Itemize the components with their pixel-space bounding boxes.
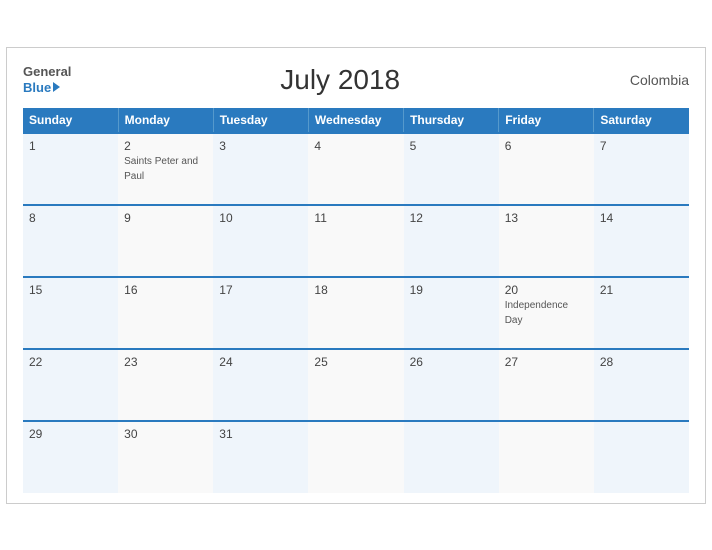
- day-number: 3: [219, 139, 302, 153]
- day-number: 28: [600, 355, 683, 369]
- day-number: 4: [314, 139, 397, 153]
- day-cell: 24: [213, 349, 308, 421]
- day-cell: 6: [499, 133, 594, 205]
- day-number: 10: [219, 211, 302, 225]
- day-number: 20: [505, 283, 588, 297]
- day-number: 31: [219, 427, 302, 441]
- day-cell: 26: [404, 349, 499, 421]
- day-cell: 21: [594, 277, 689, 349]
- logo-general-text: General: [23, 64, 71, 80]
- day-cell: 29: [23, 421, 118, 493]
- day-number: 30: [124, 427, 207, 441]
- day-number: 13: [505, 211, 588, 225]
- week-row-3: 15 16 17 18 19 20 Independence Day 21: [23, 277, 689, 349]
- day-cell: 16: [118, 277, 213, 349]
- day-cell: 13: [499, 205, 594, 277]
- calendar-header: General Blue July 2018 Colombia: [23, 64, 689, 96]
- day-cell: 5: [404, 133, 499, 205]
- day-event: Independence Day: [505, 300, 568, 326]
- week-row-1: 12 Saints Peter and Paul 34567: [23, 133, 689, 205]
- day-cell: 23: [118, 349, 213, 421]
- calendar-body: 12Saints Peter and Paul34567891011121314…: [23, 133, 689, 493]
- day-cell: 12: [404, 205, 499, 277]
- col-friday: Friday: [499, 108, 594, 133]
- day-number: 5: [410, 139, 493, 153]
- day-cell: 2 Saints Peter and Paul: [118, 133, 213, 205]
- day-number: 21: [600, 283, 683, 297]
- day-number: 27: [505, 355, 588, 369]
- day-cell: 4: [308, 133, 403, 205]
- col-thursday: Thursday: [404, 108, 499, 133]
- day-cell: 20 Independence Day: [499, 277, 594, 349]
- calendar-container: General Blue July 2018 Colombia Sunday M…: [6, 47, 706, 504]
- country-label: Colombia: [609, 72, 689, 88]
- day-cell: 22: [23, 349, 118, 421]
- day-cell: 25: [308, 349, 403, 421]
- day-cell: 8: [23, 205, 118, 277]
- day-cell: 3: [213, 133, 308, 205]
- calendar-title: July 2018: [71, 64, 609, 96]
- day-cell: 7: [594, 133, 689, 205]
- logo-triangle-icon: [53, 82, 60, 92]
- day-number: 14: [600, 211, 683, 225]
- day-cell: 1: [23, 133, 118, 205]
- col-sunday: Sunday: [23, 108, 118, 133]
- day-number: 25: [314, 355, 397, 369]
- day-number: 17: [219, 283, 302, 297]
- day-number: 19: [410, 283, 493, 297]
- col-tuesday: Tuesday: [213, 108, 308, 133]
- col-monday: Monday: [118, 108, 213, 133]
- day-number: 8: [29, 211, 112, 225]
- week-row-5: 29 30 31: [23, 421, 689, 493]
- col-wednesday: Wednesday: [308, 108, 403, 133]
- day-number: 18: [314, 283, 397, 297]
- logo-blue-text: Blue: [23, 80, 71, 96]
- day-cell: 14: [594, 205, 689, 277]
- day-cell: 18: [308, 277, 403, 349]
- day-number: 29: [29, 427, 112, 441]
- day-cell: [594, 421, 689, 493]
- day-cell: 28: [594, 349, 689, 421]
- day-cell: 9: [118, 205, 213, 277]
- day-cell: 27: [499, 349, 594, 421]
- day-number: 2: [124, 139, 207, 153]
- day-number: 12: [410, 211, 493, 225]
- day-cell: 10: [213, 205, 308, 277]
- day-number: 15: [29, 283, 112, 297]
- calendar-header-row: Sunday Monday Tuesday Wednesday Thursday…: [23, 108, 689, 133]
- day-number: 24: [219, 355, 302, 369]
- day-event: Saints Peter and Paul: [124, 156, 198, 182]
- day-number: 9: [124, 211, 207, 225]
- day-cell: [499, 421, 594, 493]
- day-cell: 31: [213, 421, 308, 493]
- day-number: 7: [600, 139, 683, 153]
- day-number: 16: [124, 283, 207, 297]
- day-cell: 17: [213, 277, 308, 349]
- day-cell: 15: [23, 277, 118, 349]
- day-cell: 30: [118, 421, 213, 493]
- day-number: 1: [29, 139, 112, 153]
- day-cell: 11: [308, 205, 403, 277]
- day-number: 23: [124, 355, 207, 369]
- week-row-2: 89 10 11 12 13 14: [23, 205, 689, 277]
- logo: General Blue: [23, 64, 71, 95]
- day-cell: [308, 421, 403, 493]
- day-cell: 19: [404, 277, 499, 349]
- day-cell: [404, 421, 499, 493]
- week-row-4: 22 23 24 25 26 27 28: [23, 349, 689, 421]
- day-number: 11: [314, 211, 397, 225]
- col-saturday: Saturday: [594, 108, 689, 133]
- day-number: 6: [505, 139, 588, 153]
- day-number: 26: [410, 355, 493, 369]
- day-number: 22: [29, 355, 112, 369]
- calendar-table: Sunday Monday Tuesday Wednesday Thursday…: [23, 108, 689, 493]
